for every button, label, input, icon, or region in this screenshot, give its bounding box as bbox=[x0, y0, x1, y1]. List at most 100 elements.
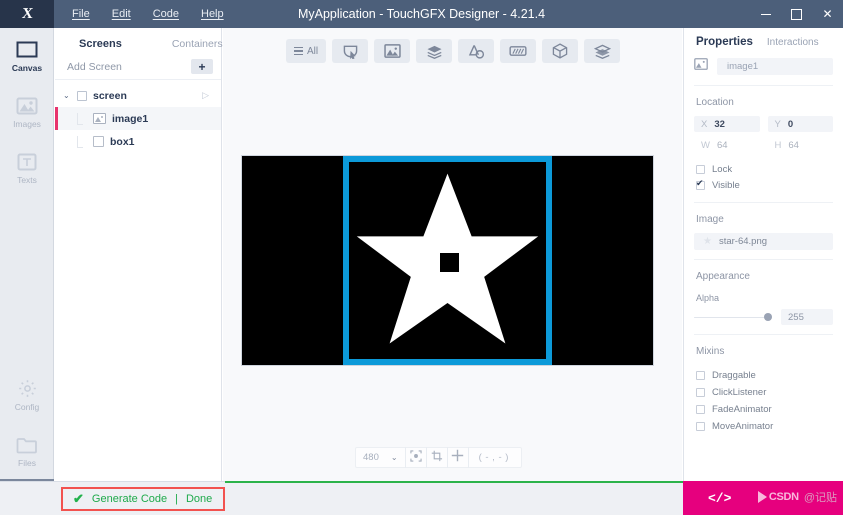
rail-item-canvas[interactable]: Canvas bbox=[0, 28, 54, 84]
alpha-slider[interactable] bbox=[694, 312, 772, 322]
layers-icon bbox=[426, 44, 443, 59]
image-icon bbox=[694, 57, 708, 75]
chevron-down-icon[interactable]: ⌄ bbox=[63, 91, 77, 100]
rail-item-config[interactable]: Config bbox=[0, 367, 54, 423]
rail-item-files[interactable]: Files bbox=[0, 423, 54, 479]
stack-widget-button[interactable] bbox=[584, 39, 621, 63]
tree-label-box1: box1 bbox=[110, 135, 135, 148]
shape-widget-button[interactable] bbox=[458, 39, 495, 63]
menu-help[interactable]: Help bbox=[191, 4, 234, 24]
moveanimator-label: MoveAnimator bbox=[712, 421, 774, 432]
touchgfx-designer-window: X File Edit Code Help MyApplication - To… bbox=[0, 0, 843, 515]
tree-label-image1: image1 bbox=[112, 112, 149, 125]
tree-row-screen[interactable]: ⌄ screen ▷ bbox=[55, 84, 221, 107]
rail-label-config: Config bbox=[14, 401, 40, 412]
tab-screens[interactable]: Screens bbox=[71, 38, 130, 50]
screen-checkbox[interactable] bbox=[77, 90, 87, 101]
rail-label-texts: Texts bbox=[17, 174, 37, 185]
container-widget-button[interactable] bbox=[416, 39, 453, 63]
progress-widget-button[interactable] bbox=[500, 39, 537, 63]
design-canvas[interactable] bbox=[242, 156, 653, 365]
fit-to-screen-button[interactable] bbox=[406, 447, 427, 468]
y-position-input[interactable]: Y 0 bbox=[767, 116, 833, 132]
maximize-button[interactable] bbox=[781, 0, 812, 28]
cursor-coordinates: ( - , - ) bbox=[478, 452, 509, 463]
title-bar: X File Edit Code Help MyApplication - To… bbox=[0, 0, 843, 28]
rail-item-texts[interactable]: Texts bbox=[0, 140, 54, 196]
play-icon[interactable]: ▷ bbox=[202, 90, 209, 101]
w-label: W bbox=[701, 139, 710, 151]
tab-containers[interactable]: Containers bbox=[164, 38, 231, 50]
tree-row-box1[interactable]: box1 bbox=[55, 130, 221, 153]
menu-edit[interactable]: Edit bbox=[102, 4, 141, 24]
canvas-toolbar: 480 ⌄ (- , -) bbox=[355, 447, 522, 468]
close-button[interactable]: ✕ bbox=[812, 0, 843, 28]
position-row: X 32 Y 0 bbox=[694, 116, 833, 132]
menu-bar: File Edit Code Help bbox=[54, 0, 234, 28]
rail-label-images: Images bbox=[13, 118, 41, 129]
rail-label-canvas: Canvas bbox=[11, 62, 43, 73]
image-icon bbox=[93, 113, 106, 124]
cube-widget-button[interactable] bbox=[542, 39, 579, 63]
lock-checkbox-row[interactable]: Lock bbox=[694, 161, 833, 177]
alpha-row: 255 bbox=[694, 309, 833, 325]
widget-toolbar: All bbox=[286, 39, 621, 63]
mixin-clicklistener-row[interactable]: ClickListener bbox=[694, 384, 833, 401]
slider-knob[interactable] bbox=[764, 313, 772, 321]
zoom-value: 480 bbox=[363, 452, 379, 463]
alpha-value-input[interactable]: 255 bbox=[781, 309, 833, 325]
tree-label-screen: screen bbox=[93, 89, 127, 102]
move-button[interactable] bbox=[448, 447, 469, 468]
generate-code-button[interactable]: </> CSDN @记贴 bbox=[683, 481, 843, 515]
image-section-title: Image bbox=[696, 214, 724, 225]
moveanimator-checkbox[interactable] bbox=[696, 422, 705, 431]
texts-icon bbox=[15, 152, 39, 172]
chevron-down-icon[interactable]: ⌄ bbox=[391, 453, 398, 462]
box-icon bbox=[93, 136, 104, 147]
watermark-cn-text: @记贴 bbox=[803, 492, 837, 504]
zoom-selector[interactable]: 480 ⌄ bbox=[356, 447, 406, 468]
rail-label-files: Files bbox=[18, 457, 36, 468]
image-icon bbox=[383, 44, 401, 58]
canvas-icon bbox=[15, 40, 39, 60]
crop-button[interactable] bbox=[427, 447, 448, 468]
generate-code-label[interactable]: Generate Code bbox=[92, 493, 167, 505]
rail-item-images[interactable]: Images bbox=[0, 84, 54, 140]
w-value: 64 bbox=[716, 139, 728, 151]
check-icon: ✔ bbox=[73, 491, 84, 506]
mixin-draggable-row[interactable]: Draggable bbox=[694, 367, 833, 384]
tree-row-image1[interactable]: image1 bbox=[55, 107, 221, 130]
draggable-checkbox[interactable] bbox=[696, 371, 705, 380]
all-widgets-label: All bbox=[307, 45, 319, 57]
tab-properties[interactable]: Properties bbox=[696, 36, 753, 48]
fadeanimator-checkbox[interactable] bbox=[696, 405, 705, 414]
minimize-button[interactable] bbox=[750, 0, 781, 28]
add-screen-row: Add Screen + bbox=[55, 54, 221, 80]
cube-icon bbox=[552, 43, 568, 59]
x-position-input[interactable]: X 32 bbox=[694, 116, 760, 132]
generate-code-group[interactable]: ✔ Generate Code | Done bbox=[61, 487, 225, 511]
button-widget-button[interactable] bbox=[332, 39, 369, 63]
mixin-fadeanimator-row[interactable]: FadeAnimator bbox=[694, 401, 833, 418]
menu-file[interactable]: File bbox=[62, 4, 100, 24]
clicklistener-checkbox[interactable] bbox=[696, 388, 705, 397]
visible-checkbox-row[interactable]: Visible bbox=[694, 177, 833, 193]
width-field: W 64 bbox=[694, 137, 760, 153]
image-widget-button[interactable] bbox=[374, 39, 411, 63]
x-label: X bbox=[701, 118, 708, 130]
image-asset-input[interactable]: ★ star-64.png bbox=[694, 233, 833, 250]
visible-checkbox[interactable] bbox=[696, 178, 705, 190]
separator: | bbox=[175, 493, 178, 505]
widget-name-row: image1 bbox=[694, 57, 833, 86]
lock-checkbox[interactable] bbox=[696, 164, 705, 174]
tab-interactions[interactable]: Interactions bbox=[767, 37, 819, 48]
y-label: Y bbox=[774, 118, 781, 130]
add-screen-button[interactable]: + bbox=[191, 59, 213, 74]
image1-widget[interactable] bbox=[343, 156, 552, 365]
mixin-moveanimator-row[interactable]: MoveAnimator bbox=[694, 418, 833, 435]
widget-name-input[interactable]: image1 bbox=[717, 57, 833, 75]
appearance-section-title: Appearance bbox=[696, 271, 750, 282]
menu-code[interactable]: Code bbox=[143, 4, 189, 24]
all-widgets-button[interactable]: All bbox=[286, 39, 327, 63]
crop-icon bbox=[431, 449, 443, 467]
